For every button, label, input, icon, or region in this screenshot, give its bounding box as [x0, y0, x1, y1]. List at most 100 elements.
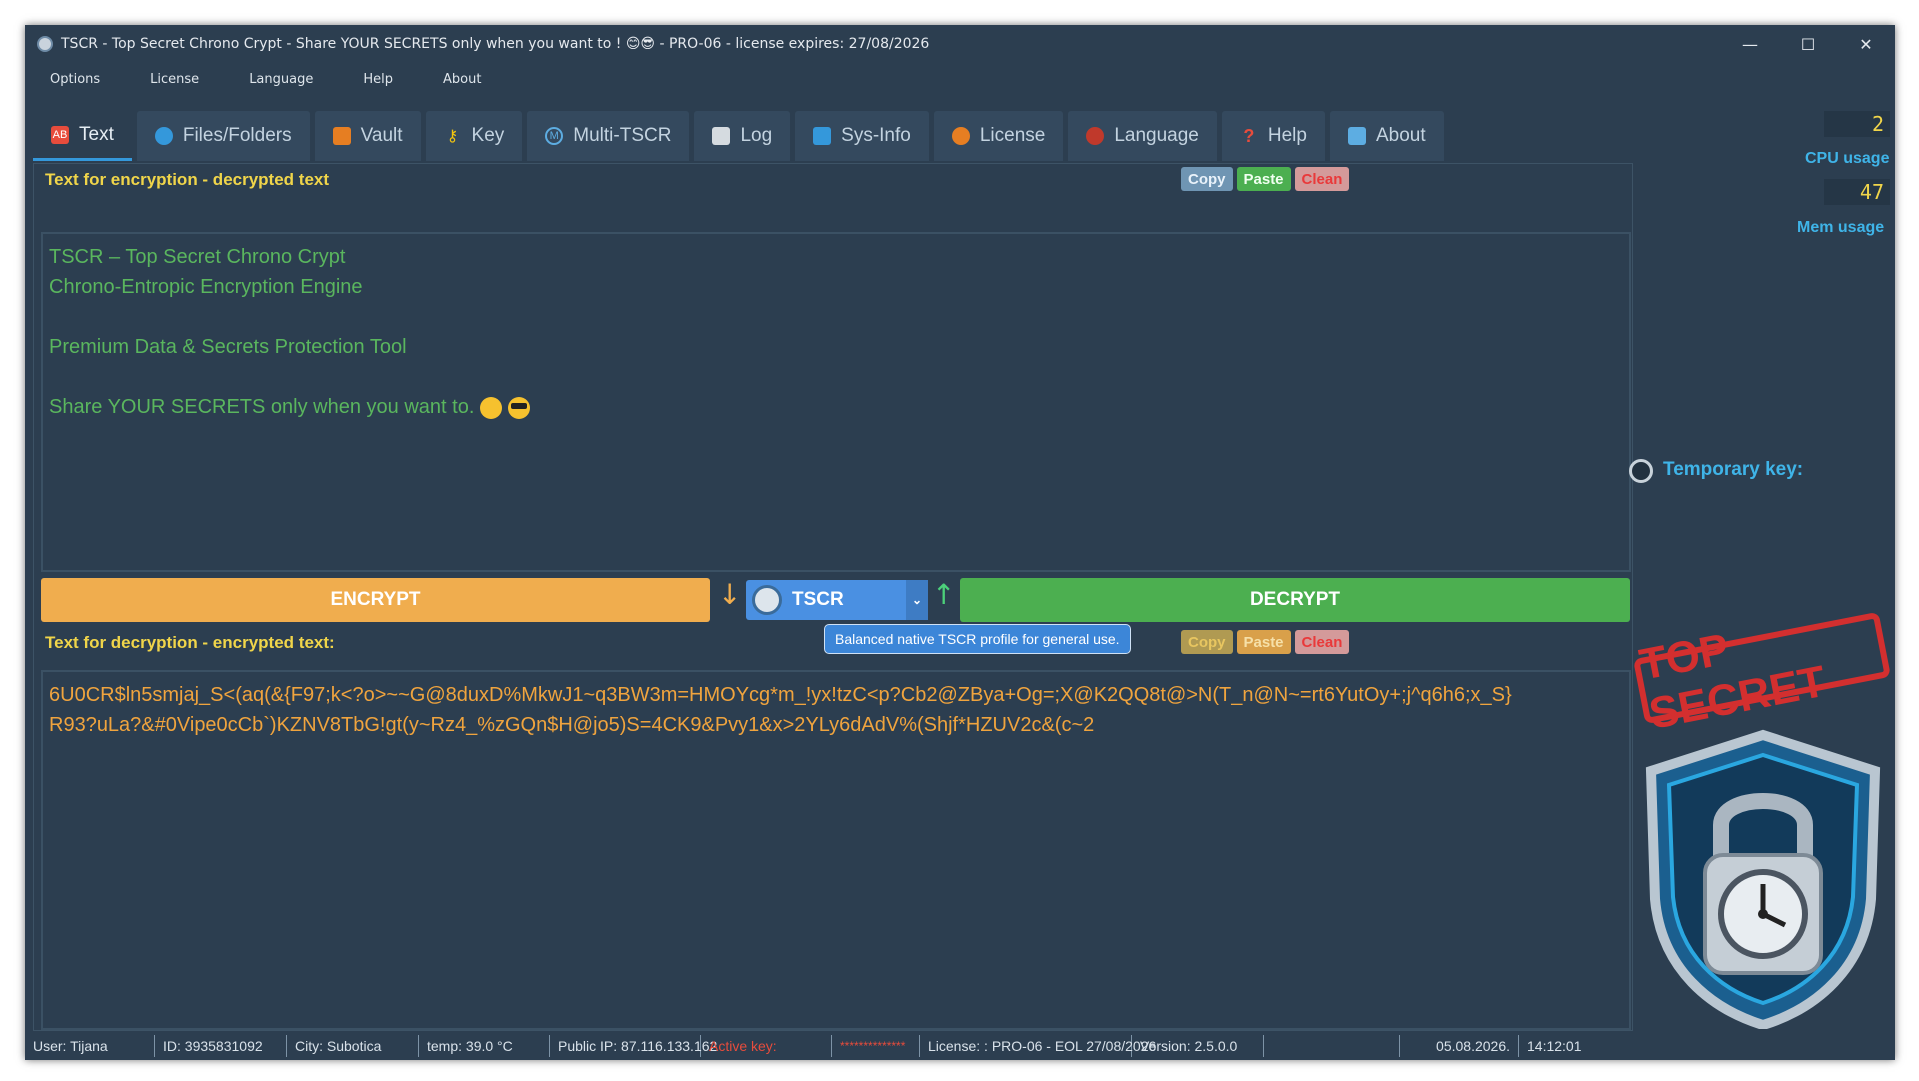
minimize-button[interactable]: — — [1721, 25, 1779, 63]
temporary-key-label: Temporary key: — [1663, 459, 1804, 480]
status-id: ID: 3935831092 — [155, 1035, 287, 1057]
money-bag-icon — [951, 127, 970, 145]
status-public-ip: Public IP: 87.116.133.162 — [550, 1035, 717, 1057]
tab-label: License — [979, 125, 1046, 146]
copy-button[interactable]: Copy — [1181, 167, 1233, 191]
status-user: User: Tijana — [25, 1035, 155, 1057]
mem-usage-label: Mem usage — [1797, 219, 1885, 236]
tab-label: Multi-TSCR — [573, 125, 672, 146]
bottom-clipboard-buttons: Copy Paste Clean — [1181, 630, 1350, 654]
vault-icon — [332, 127, 351, 145]
question-icon: ? — [1243, 125, 1255, 146]
text-tab-panel: Text for encryption - decrypted text Cop… — [33, 163, 1633, 1031]
status-spacer — [1264, 1035, 1399, 1057]
menu-license[interactable]: License — [125, 72, 224, 87]
encryption-text-label: Text for encryption - decrypted text — [45, 170, 330, 189]
arrow-up-icon: ↑ — [932, 578, 956, 611]
smiling-face-icon — [480, 396, 503, 419]
plaintext-line: Chrono-Entropic Encryption Engine — [49, 276, 363, 298]
plaintext-line: Premium Data & Secrets Protection Tool — [49, 336, 407, 358]
status-bar: User: Tijana ID: 3935831092 City: Suboti… — [25, 1032, 1895, 1060]
window-controls: — ☐ ✕ — [1721, 25, 1895, 63]
status-time: 14:12:01 — [1527, 1038, 1582, 1054]
profile-value: TSCR — [792, 589, 844, 610]
menu-options[interactable]: Options — [25, 72, 125, 87]
profile-select[interactable]: TSCR ⌄ — [746, 580, 928, 620]
tab-label: Files/Folders — [182, 125, 292, 146]
tab-multi-tscr[interactable]: M Multi-TSCR — [527, 111, 690, 161]
paste-button[interactable]: Paste — [1236, 630, 1291, 654]
maximize-button[interactable]: ☐ — [1779, 25, 1837, 63]
bar-chart-icon — [813, 127, 832, 145]
plaintext-line: TSCR – Top Secret Chrono Crypt — [49, 246, 346, 268]
menu-language[interactable]: Language — [224, 72, 338, 87]
temporary-key-radio[interactable] — [1629, 459, 1653, 483]
tab-files-folders[interactable]: Files/Folders — [136, 111, 310, 161]
status-version: Version: 2.5.0.0 — [1132, 1035, 1264, 1057]
tab-label: Language — [1114, 125, 1199, 146]
status-active-key-label: Active key: — [701, 1035, 832, 1057]
tab-label: Key — [471, 125, 505, 146]
chrono-crypt-shield-logo — [1645, 729, 1881, 1029]
tab-key[interactable]: ⚷ Key — [425, 111, 523, 161]
tscr-logo-icon — [752, 585, 782, 615]
status-date: 05.08.2026. — [1399, 1035, 1519, 1057]
profile-tooltip: Balanced native TSCR profile for general… — [824, 624, 1131, 654]
tab-label: Text — [79, 123, 114, 145]
top-secret-stamp: TOP SECRET — [1632, 611, 1892, 739]
key-icon: ⚷ — [446, 128, 459, 145]
app-window: TSCR - Top Secret Chrono Crypt - Share Y… — [25, 25, 1895, 1060]
chevron-down-icon[interactable]: ⌄ — [906, 580, 928, 620]
tab-bar: AB Text Files/Folders Vault ⚷ Key M Mult… — [33, 111, 1444, 161]
title-bar: TSCR - Top Secret Chrono Crypt - Share Y… — [25, 25, 1895, 63]
window-title: TSCR - Top Secret Chrono Crypt - Share Y… — [61, 36, 930, 52]
status-city: City: Subotica — [287, 1035, 419, 1057]
mem-usage-meter: 47 — [1824, 179, 1890, 205]
close-button[interactable]: ✕ — [1837, 25, 1895, 63]
sunglasses-face-icon — [508, 396, 531, 419]
info-card-icon — [1347, 127, 1366, 145]
tab-text[interactable]: AB Text — [33, 111, 132, 161]
status-active-key-mask: ************** — [832, 1035, 920, 1057]
ciphertext-input[interactable]: 6U0CR$ln5smjaj_S<(aq(&{F97;k<?o>~~G@8dux… — [41, 670, 1631, 1030]
paste-button[interactable]: Paste — [1236, 167, 1291, 191]
plaintext-input[interactable]: TSCR – Top Secret Chrono Crypt Chrono-En… — [41, 232, 1631, 572]
tab-help[interactable]: ? Help — [1221, 111, 1325, 161]
tab-about[interactable]: About — [1329, 111, 1444, 161]
m-circle-icon: M — [545, 127, 564, 145]
plaintext-line-with-emoji: Share YOUR SECRETS only when you want to… — [49, 392, 1623, 422]
document-icon — [712, 127, 731, 145]
tab-language[interactable]: Language — [1068, 111, 1217, 161]
menu-help[interactable]: Help — [338, 72, 418, 87]
language-icon — [1086, 127, 1105, 145]
decrypt-button[interactable]: DECRYPT — [960, 578, 1630, 622]
clean-button[interactable]: Clean — [1294, 630, 1350, 654]
cpu-usage-meter: 2 — [1824, 111, 1890, 137]
tab-license[interactable]: License — [933, 111, 1064, 161]
menu-bar: Options License Language Help About — [25, 63, 506, 95]
tab-log[interactable]: Log — [694, 111, 791, 161]
decryption-text-label: Text for decryption - encrypted text: — [45, 633, 335, 652]
encrypt-button[interactable]: ENCRYPT — [41, 578, 710, 622]
ciphertext-line: R93?uLa?&#0Vipe0cCb`)KZNV8TbG!gt(y~Rz4_%… — [49, 714, 1095, 736]
top-clipboard-buttons: Copy Paste Clean — [1181, 167, 1350, 191]
ab-icon: AB — [51, 125, 69, 144]
tab-label: Log — [740, 125, 773, 146]
plaintext-line — [49, 302, 1623, 332]
ciphertext-line: 6U0CR$ln5smjaj_S<(aq(&{F97;k<?o>~~G@8dux… — [49, 684, 1512, 706]
clean-button[interactable]: Clean — [1294, 167, 1350, 191]
copy-button[interactable]: Copy — [1181, 630, 1233, 654]
status-temperature: temp: 39.0 °C — [419, 1035, 550, 1057]
cpu-usage-label: CPU usage — [1805, 150, 1890, 167]
plaintext-line: Share YOUR SECRETS only when you want to… — [49, 396, 475, 418]
tab-label: About — [1375, 125, 1426, 146]
menu-about[interactable]: About — [418, 72, 506, 87]
tab-sys-info[interactable]: Sys-Info — [795, 111, 929, 161]
tab-vault[interactable]: Vault — [314, 111, 421, 161]
plaintext-line — [49, 362, 1623, 392]
app-logo-icon — [37, 36, 53, 52]
tab-label: Vault — [360, 125, 403, 146]
tab-label: Help — [1267, 125, 1307, 146]
tab-label: Sys-Info — [841, 125, 911, 146]
status-license: License: : PRO-06 - EOL 27/08/2026 — [920, 1035, 1156, 1057]
